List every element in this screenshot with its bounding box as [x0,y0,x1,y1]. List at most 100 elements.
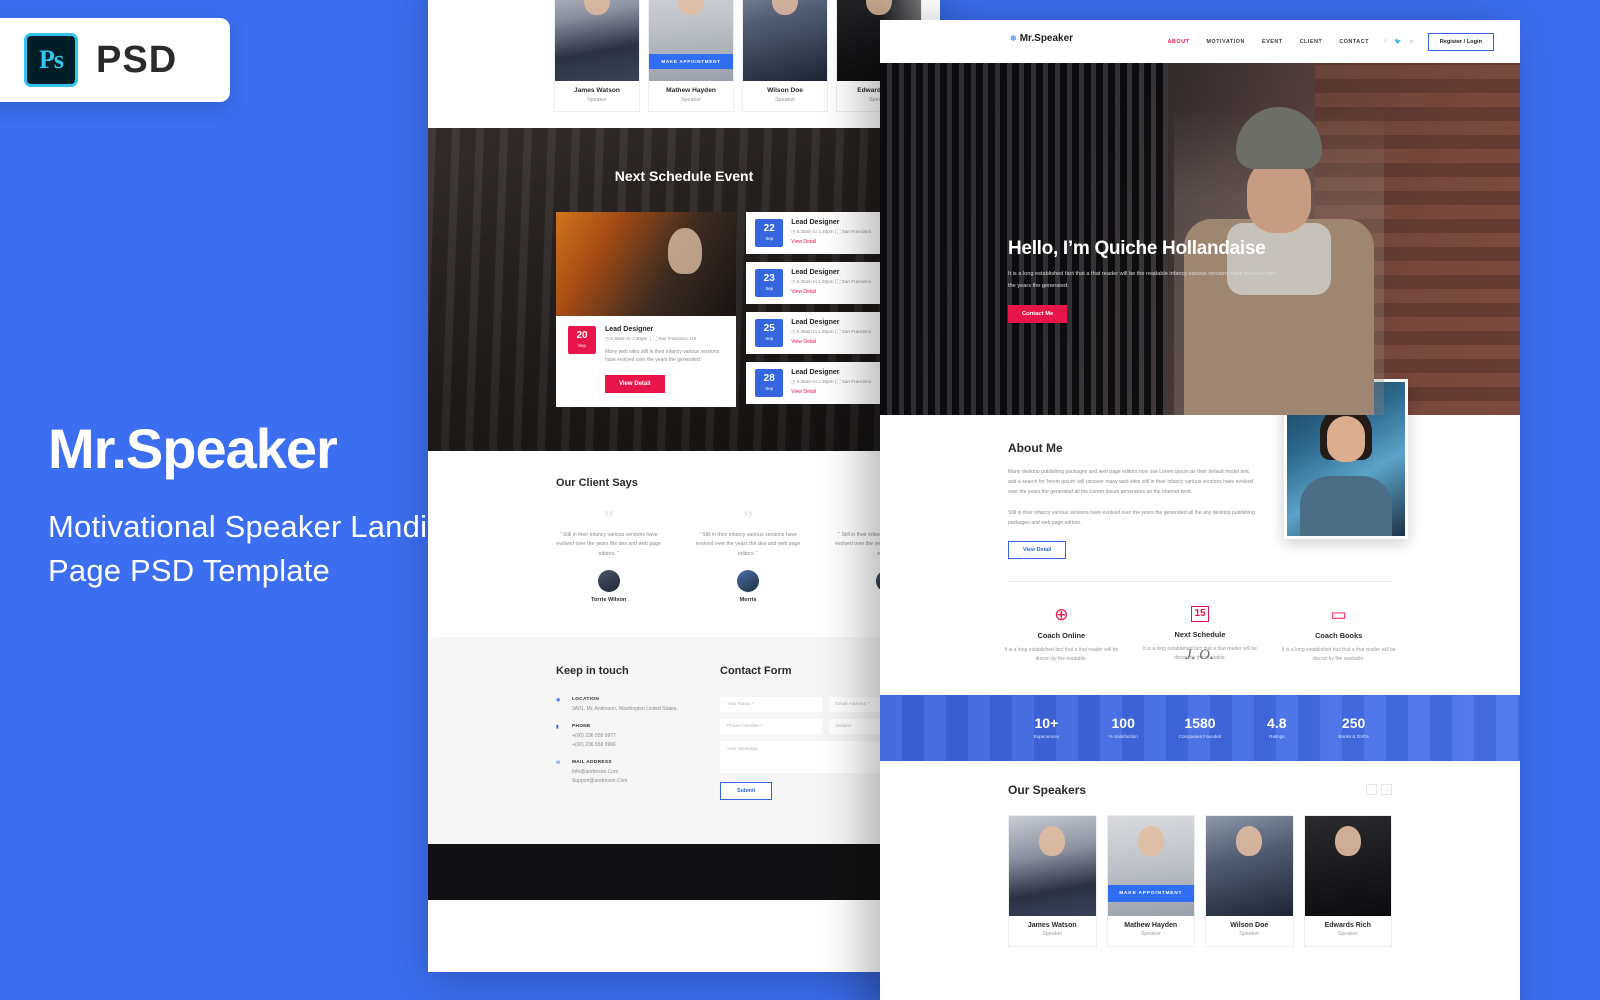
stat-item-1: 10+ Experiences [1008,716,1085,739]
a-speaker-role: Speaker [774,96,796,103]
a-event-date-badge: 28 Sep [755,368,784,397]
a-client-quote: “ Still in their infancy various version… [695,531,801,558]
a-featured-event-photo [556,211,737,316]
a-featured-event-desc: Many web sites still in their infancy va… [605,348,720,364]
a-speaker-card[interactable]: James Watson Speaker [554,0,640,112]
hero-title: Hello, I’m Quiche Hollandaise [1008,238,1266,259]
clock-icon: ◷ [605,335,610,341]
speaker-photo [1206,815,1293,916]
a-featured-event-card[interactable]: 20 Sep Lead Designer ◷ 8.30am to 1.30pm … [556,211,737,407]
about-section: About Me Many desktop publishing package… [880,379,1520,663]
mockup-front-page: ❄ Mr.Speaker ABOUT MOTIVATION EVENT CLIENT C… [880,20,1520,1000]
speakers-title: Our Speakers [1008,782,1087,797]
droplet-icon: ❄ [1010,34,1017,43]
nav-item-about[interactable]: ABOUT [1168,39,1190,45]
register-login-button[interactable]: Register / Login [1427,32,1494,51]
speakers-section: Our Speakers ‹ › James Watson Speaker MAKE… [880,760,1520,948]
a-speaker-name: James Watson [574,87,620,94]
site-logo[interactable]: ❄ Mr.Speaker [1010,33,1073,44]
psd-badge-label: PSD [96,38,178,81]
a-speaker-card[interactable]: Wilson Doe Speaker [742,0,828,112]
stats-bar: 10+ Experiences 100 % Satisfaction 1580 Compa… [880,694,1520,761]
feature-title: Coach Online [1037,630,1086,640]
about-paragraph-2: Still in their infancy various versions … [1008,509,1255,526]
speakers-carousel-arrows: ‹ › [1366,784,1392,796]
a-client-name: Morris [739,597,757,604]
a-view-detail-button[interactable]: View Detail [605,374,665,393]
map-pin-icon: ◉ [556,697,561,704]
clock-icon: ◷ [791,278,796,284]
a-make-appointment-button[interactable]: MAKE APPOINTMENT [649,54,733,69]
a-speaker-card[interactable]: MAKE APPOINTMENT Mathew Hayden Speaker [648,0,734,112]
photoshop-icon: Ps [24,33,78,87]
a-speaker-photo: MAKE APPOINTMENT [649,0,733,81]
carousel-prev-button[interactable]: ‹ [1366,784,1377,796]
stat-label: Books & DVDs [1338,734,1369,740]
nav-item-contact[interactable]: CONTACT [1339,39,1369,45]
nav-social-icons: f 🐦 in [1385,39,1414,45]
a-client-testimonial: ”“ Still in their infancy various versio… [695,506,801,604]
location-icon: ⛶ [837,278,841,284]
envelope-icon: ✉ [556,760,561,767]
speaker-card[interactable]: James Watson Speaker [1008,814,1097,948]
a-featured-event-meta: ◷ 8.30am to 1.30pm | ⛶ San Francisco, US [605,335,697,341]
stat-value: 4.8 [1267,715,1287,732]
facebook-icon[interactable]: f [1385,39,1387,45]
stat-label: % Satisfaction [1108,734,1138,740]
a-featured-event-title: Lead Designer [605,325,654,333]
stat-value: 1580 [1184,715,1216,732]
speaker-role: Speaker [1042,931,1063,938]
avatar [736,570,759,593]
stat-item-5: 250 Books & DVDs [1315,716,1392,739]
speaker-card[interactable]: MAKE APPOINTMENT Mathew Hayden Speaker [1106,814,1195,948]
stat-label: Ratings [1269,734,1285,740]
a-speaker-name: Mathew Hayden [666,87,716,94]
quote-icon: ” [742,506,753,529]
a-submit-button[interactable]: Submit [720,782,773,801]
about-view-detail-button[interactable]: View Detail [1008,540,1067,559]
speakers-grid: James Watson Speaker MAKE APPOINTMENT Mathe… [1008,814,1392,948]
clock-icon: ◷ [791,378,796,384]
a-schedule-title: Next Schedule Event [614,167,754,184]
twitter-icon[interactable]: 🐦 [1395,39,1402,45]
a-client-quote: “ Still in their infancy various version… [556,531,661,558]
a-contact-phone: ▮ PHONE +(00) 236 558 9977 +(00) 236 558… [556,724,616,748]
speaker-photo [1009,815,1096,916]
speaker-photo [1304,815,1391,916]
location-icon: ⛶ [837,228,841,234]
a-contact-location: ◉ LOCATION 3A01, Mr. Andreson, Washingto… [556,697,678,712]
carousel-next-button[interactable]: › [1381,784,1392,796]
a-name-input[interactable]: Your Name * [720,697,822,713]
nav-item-motivation[interactable]: MOTIVATION [1206,39,1244,45]
a-speaker-name: Wilson Doe [767,87,803,94]
hero-section: Hello, I’m Quiche Hollandaise It is a lo… [880,63,1520,415]
a-phone-input[interactable]: Phone Number * [720,719,822,735]
quote-icon: ” [603,506,614,529]
nav-menu: ABOUT MOTIVATION EVENT CLIENT CONTACT [1168,39,1369,45]
speaker-name: James Watson [1027,921,1077,929]
feature-desc: It is a long established fact that a tha… [1281,646,1396,663]
contact-me-button[interactable]: Contact Me [1008,305,1068,324]
a-event-date-badge: 22 Sep [755,218,784,247]
feature-title: Coach Books [1315,630,1363,640]
stat-value: 100 [1111,715,1135,732]
promo-subtitle: Motivational Speaker Landing Page PSD Te… [48,508,463,588]
book-icon: ▭ [1330,604,1347,624]
a-footer [428,844,940,901]
a-client-name: Torrie Wilson [591,597,627,604]
location-icon: ⛶ [653,335,657,341]
speaker-role: Speaker [1239,931,1260,938]
a-speaker-role: Speaker [586,96,608,103]
a-contact-mail: ✉ MAIL ADDRESS Info@andreson.Com Support… [556,760,628,784]
a-featured-date-badge: 20 Sep [568,325,596,354]
speaker-card[interactable]: Edwards Rich Speaker [1303,814,1392,948]
linkedin-icon[interactable]: in [1409,39,1413,45]
speaker-card[interactable]: Wilson Doe Speaker [1205,814,1294,948]
a-keep-title: Keep in touch [556,665,629,678]
a-keep-in-touch: Keep in touch ◉ LOCATION 3A01, Mr. Andre… [556,665,694,800]
feature-title: Next Schedule [1174,629,1226,639]
nav-item-client[interactable]: CLIENT [1300,39,1323,45]
stat-value: 250 [1341,715,1366,732]
make-appointment-button[interactable]: MAKE APPOINTMENT [1107,884,1194,902]
nav-item-event[interactable]: EVENT [1262,39,1283,45]
